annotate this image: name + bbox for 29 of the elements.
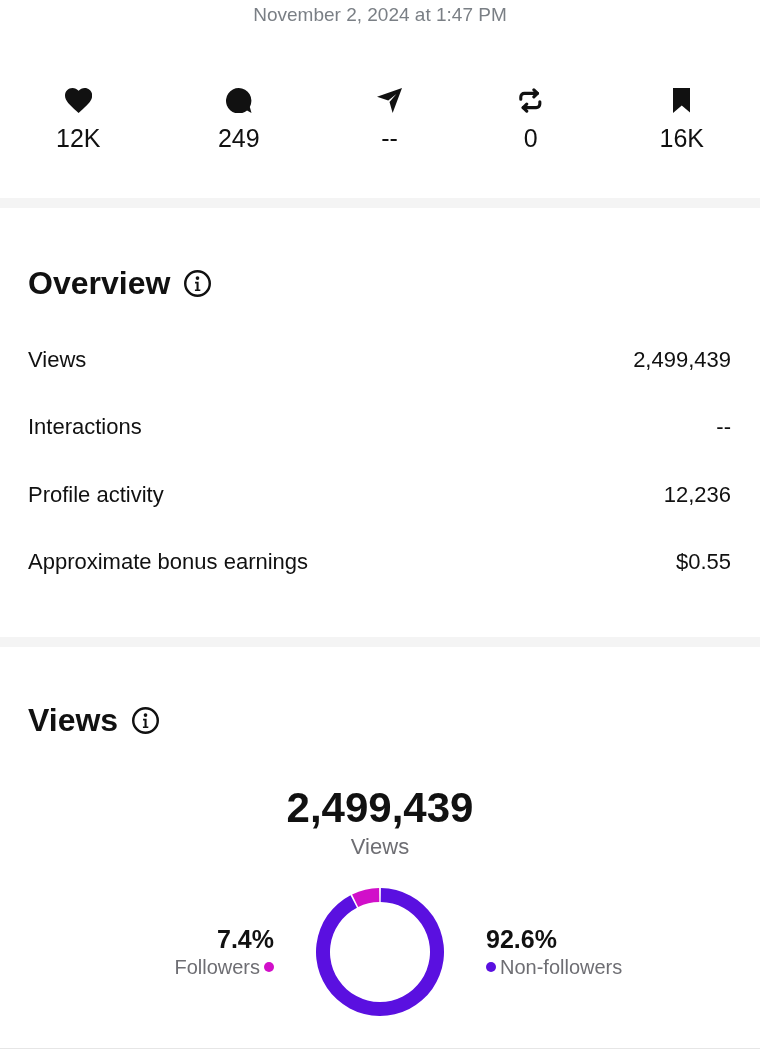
total-views-label: Views	[350, 833, 410, 861]
stat-count: 0	[523, 123, 538, 153]
metric-value: $0.55	[675, 548, 731, 577]
speech-bubble-icon	[226, 88, 252, 113]
metric-label: Views	[28, 345, 87, 374]
section-heading: Overview	[28, 264, 171, 303]
metric-value: 12,236	[663, 480, 731, 509]
metric-label: Interactions	[28, 413, 142, 442]
stat-count: --	[381, 123, 398, 153]
metric-value: 2,499,439	[633, 345, 731, 374]
metric-label: Approximate bonus earnings	[28, 548, 309, 577]
stat-count: 12K	[56, 123, 101, 153]
info-icon[interactable]	[184, 269, 212, 297]
bookmark-icon	[673, 88, 691, 113]
repeat-arrows-icon	[519, 88, 543, 113]
paper-plane-icon	[377, 88, 403, 113]
timestamp: November 2, 2024 at 1:47 PM	[253, 3, 507, 27]
percentage: 92.6%	[486, 924, 557, 954]
metric-value: --	[716, 413, 731, 442]
stat-count: 16K	[659, 123, 704, 153]
heart-icon	[64, 88, 92, 113]
total-views: 2,499,439	[286, 783, 474, 833]
info-icon[interactable]	[132, 706, 160, 734]
section-heading: Views	[28, 701, 119, 740]
percentage: 7.4%	[217, 924, 274, 954]
legend-label: Followers	[174, 955, 260, 980]
stat-count: 249	[217, 123, 260, 153]
legend-label: Non-followers	[500, 955, 623, 980]
metric-label: Profile activity	[28, 480, 164, 509]
